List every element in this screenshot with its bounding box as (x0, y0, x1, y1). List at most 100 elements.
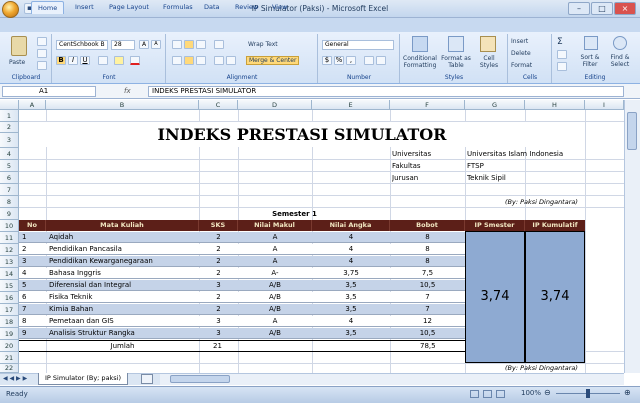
row-header[interactable]: 18 (0, 316, 19, 328)
comma-button[interactable]: , (346, 56, 356, 65)
ip-semester-value[interactable]: 3,74 (465, 231, 525, 363)
paste-button[interactable]: Paste (9, 59, 25, 66)
sheet-nav-icon[interactable]: ◀ ◀ ▶ ▶ (3, 375, 27, 382)
row-header[interactable]: 17 (0, 304, 19, 316)
align-right-icon[interactable] (196, 56, 206, 65)
font-color-icon[interactable] (130, 56, 140, 65)
orientation-icon[interactable] (214, 40, 224, 49)
copy-icon[interactable] (37, 49, 47, 58)
row-header[interactable]: 21 (0, 352, 19, 364)
autosum-button[interactable]: Σ (557, 37, 563, 47)
name-box[interactable]: A1 (2, 86, 96, 97)
ip-kumulatif-value[interactable]: 3,74 (525, 231, 585, 363)
column-header-c[interactable]: C (199, 100, 238, 110)
currency-button[interactable]: $ (322, 56, 332, 65)
tab-data[interactable]: Data (198, 1, 226, 14)
column-header-f[interactable]: F (390, 100, 465, 110)
cut-icon[interactable] (37, 37, 47, 46)
underline-button[interactable]: U (80, 56, 90, 65)
row-header[interactable]: 3 (0, 133, 19, 148)
wrap-text-button[interactable]: Wrap Text (248, 41, 278, 48)
merge-center-button[interactable]: Merge & Center (246, 56, 300, 65)
column-header-g[interactable]: G (465, 100, 525, 110)
align-bottom-icon[interactable] (196, 40, 206, 49)
borders-icon[interactable] (98, 56, 108, 65)
column-header-h[interactable]: H (525, 100, 585, 110)
align-left-icon[interactable] (172, 56, 182, 65)
format-cells-button[interactable]: Format (511, 62, 532, 69)
row-header[interactable]: 19 (0, 328, 19, 340)
sheet-tab-ip-simulator[interactable]: IP Simulator (By; paksi) (38, 373, 129, 385)
row-header[interactable]: 1 (0, 110, 19, 122)
shrink-font-icon[interactable]: A (151, 40, 161, 49)
conditional-formatting-button[interactable]: Conditional Formatting (402, 55, 438, 69)
paste-icon[interactable] (11, 36, 27, 56)
format-table-icon[interactable] (448, 36, 464, 52)
zoom-in-icon[interactable]: ⊕ (624, 388, 631, 397)
decrease-indent-icon[interactable] (214, 56, 224, 65)
fx-icon[interactable]: fx (124, 87, 131, 95)
row-header[interactable]: 14 (0, 268, 19, 280)
zoom-out-icon[interactable]: ⊖ (544, 388, 551, 397)
format-as-table-button[interactable]: Format as Table (441, 55, 471, 69)
tab-home[interactable]: Home (31, 1, 65, 14)
sort-filter-icon[interactable] (584, 36, 598, 50)
delete-cells-button[interactable]: Delete (511, 50, 531, 57)
insert-cells-button[interactable]: Insert (511, 38, 528, 45)
sort-filter-button[interactable]: Sort & Filter (576, 54, 604, 68)
zoom-level[interactable]: 100% (521, 389, 541, 397)
page-layout-view-icon[interactable] (483, 390, 492, 398)
row-header[interactable]: 9 (0, 208, 19, 220)
row-header[interactable]: 2 (0, 122, 19, 133)
font-size-combo[interactable]: 28 (111, 40, 135, 50)
insert-sheet-icon[interactable] (141, 374, 153, 384)
bold-button[interactable]: B (56, 56, 66, 65)
row-header[interactable]: 6 (0, 172, 19, 184)
tab-page-layout[interactable]: Page Layout (103, 1, 155, 14)
page-break-view-icon[interactable] (496, 390, 505, 398)
vertical-scroll-thumb[interactable] (627, 112, 637, 150)
row-header[interactable]: 10 (0, 220, 19, 232)
align-middle-icon[interactable] (184, 40, 194, 49)
zoom-slider-thumb[interactable] (586, 389, 590, 398)
fill-color-icon[interactable] (114, 56, 124, 65)
close-button[interactable]: × (614, 2, 636, 15)
row-header[interactable]: 5 (0, 160, 19, 172)
minimize-button[interactable]: – (568, 2, 590, 15)
column-header-b[interactable]: B (46, 100, 199, 110)
tab-review[interactable]: Review (229, 1, 264, 14)
clear-icon[interactable] (557, 62, 567, 71)
cell-styles-button[interactable]: Cell Styles (475, 55, 503, 69)
row-header[interactable]: 11 (0, 232, 19, 244)
fill-icon[interactable] (557, 50, 567, 59)
find-select-icon[interactable] (613, 36, 627, 50)
align-center-icon[interactable] (184, 56, 194, 65)
maximize-button[interactable]: □ (591, 2, 613, 15)
italic-button[interactable]: I (68, 56, 78, 65)
row-header[interactable]: 15 (0, 280, 19, 292)
decrease-decimal-icon[interactable] (376, 56, 386, 65)
column-header-a[interactable]: A (19, 100, 46, 110)
column-header-d[interactable]: D (238, 100, 312, 110)
select-all-corner[interactable] (0, 100, 19, 110)
row-header[interactable]: 16 (0, 292, 19, 304)
increase-indent-icon[interactable] (226, 56, 236, 65)
cell-styles-icon[interactable] (480, 36, 496, 52)
row-header[interactable]: 12 (0, 244, 19, 256)
find-select-button[interactable]: Find & Select (605, 54, 635, 68)
grow-font-icon[interactable]: A (139, 40, 149, 49)
row-header[interactable]: 13 (0, 256, 19, 268)
increase-decimal-icon[interactable] (364, 56, 374, 65)
row-header[interactable]: 4 (0, 148, 19, 160)
row-header[interactable]: 8 (0, 196, 19, 208)
row-header[interactable]: 20 (0, 340, 19, 352)
row-header[interactable]: 22 (0, 364, 19, 373)
tab-formulas[interactable]: Formulas (157, 1, 199, 14)
format-painter-icon[interactable] (37, 61, 47, 70)
column-header-e[interactable]: E (312, 100, 390, 110)
percent-button[interactable]: % (334, 56, 344, 65)
row-header[interactable]: 7 (0, 184, 19, 196)
number-format-combo[interactable]: General (322, 40, 394, 50)
tab-insert[interactable]: Insert (69, 1, 100, 14)
normal-view-icon[interactable] (470, 390, 479, 398)
